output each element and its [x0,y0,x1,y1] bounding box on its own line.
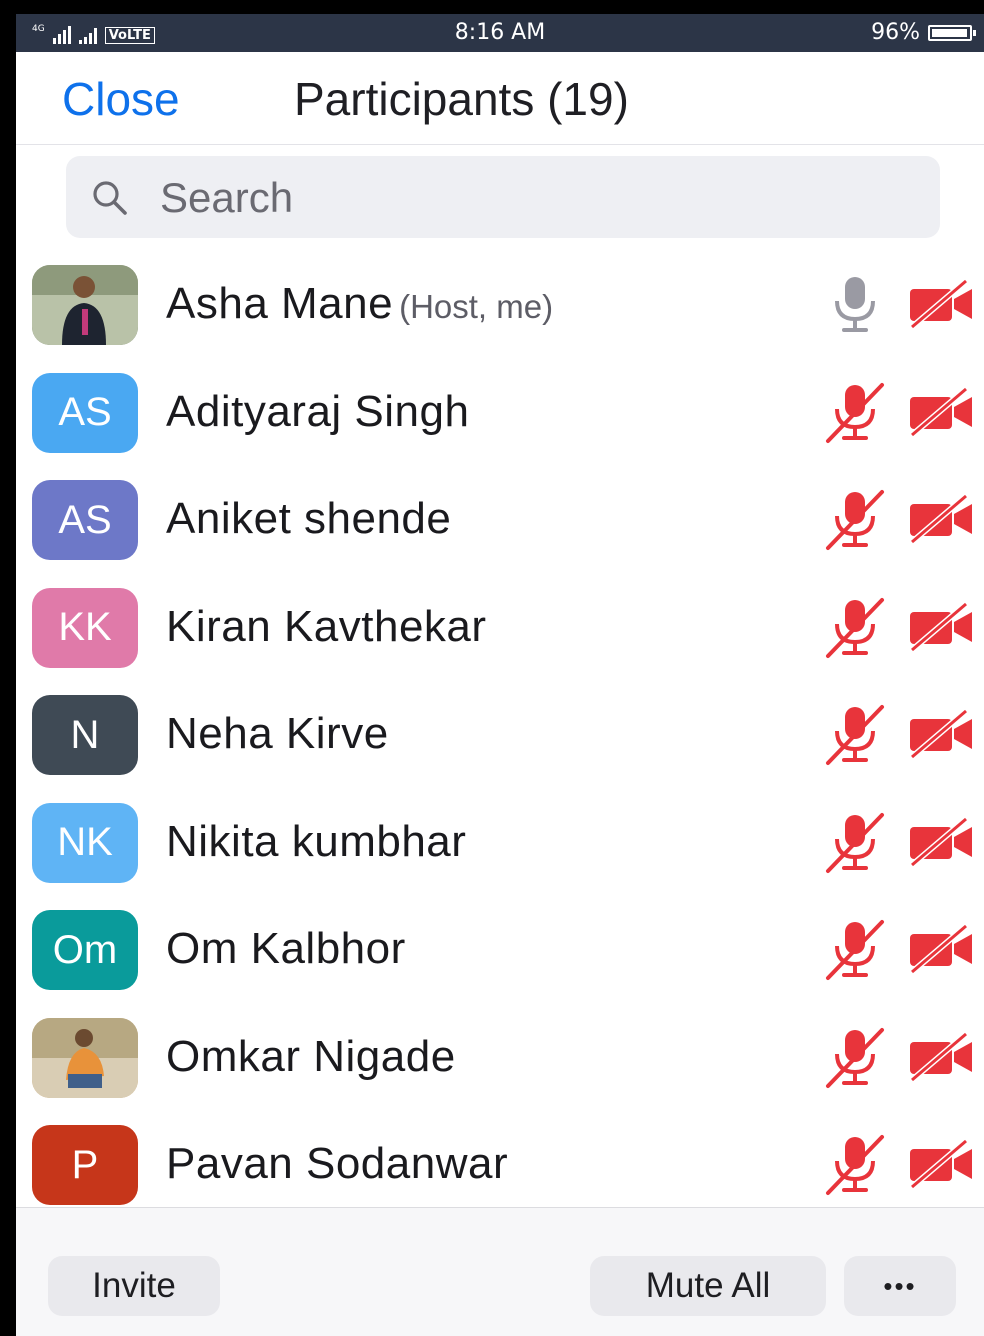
participant-name: Adityaraj Singh [166,386,470,436]
header: Close Participants (19) [16,52,984,145]
participant-name-wrap: Nikita kumbhar [166,817,466,867]
participant-row[interactable]: N Neha Kirve [16,679,984,786]
avatar-initials: N [70,712,100,757]
participant-row[interactable]: AS Aniket shende [16,464,984,571]
microphone-muted-icon[interactable] [822,1024,888,1090]
participant-name: Nikita kumbhar [166,816,467,866]
battery-area: 96% [871,20,976,45]
avatar: NK [32,802,138,883]
participant-name: Pavan Sodanwar [166,1139,509,1188]
avatar-initials: AS [58,497,112,542]
microphone-muted-icon[interactable] [822,701,888,767]
participant-name-wrap: Adityaraj Singh [166,387,469,437]
participant-name: Om Kalbhor [166,924,406,973]
participant-name: Aniket shende [166,494,452,543]
avatar [32,265,138,345]
avatar-initials: P [71,1142,99,1187]
video-off-icon[interactable] [908,1137,974,1191]
video-off-icon[interactable] [908,277,974,331]
avatar: N [32,695,138,775]
mute-all-button[interactable]: Mute All [590,1256,826,1316]
video-off-icon[interactable] [908,492,974,546]
microphone-muted-icon[interactable] [822,486,888,552]
invite-button[interactable]: Invite [48,1256,220,1316]
avatar [32,1017,138,1098]
search-icon [93,181,127,215]
video-off-icon[interactable] [908,1030,974,1084]
participant-row[interactable]: KK Kiran Kavthekar [16,572,984,679]
participant-name-wrap: Om Kalbhor [166,924,406,974]
avatar: AS [32,480,138,560]
microphone-muted-icon[interactable] [822,594,888,660]
participant-name: Neha Kirve [166,709,389,758]
battery-icon [928,24,976,41]
participant-role: (Host, me) [399,288,554,325]
search-bar[interactable] [66,156,940,240]
avatar-initials: NK [57,820,113,864]
microphone-muted-icon[interactable] [822,809,888,875]
video-off-icon[interactable] [908,815,974,869]
participant-name-wrap: Neha Kirve [166,709,389,759]
participant-row[interactable]: P Pavan Sodanwar [16,1109,984,1216]
video-off-icon[interactable] [908,385,974,439]
participant-row[interactable]: NK Nikita kumbhar [16,787,984,894]
participant-name-wrap: Pavan Sodanwar [166,1139,508,1189]
avatar-initials: KK [58,605,112,649]
participant-name: Asha Mane [166,279,394,328]
avatar-initials: Om [52,927,118,972]
search-input[interactable] [158,156,922,240]
avatar: Om [32,910,138,990]
participants-screen: 4G VoLTE 8:16 AM 96% Close Participants … [16,14,984,1336]
participant-row[interactable]: Omkar Nigade [16,1002,984,1109]
avatar: AS [32,372,138,453]
video-off-icon[interactable] [908,707,974,761]
participant-name-wrap: Omkar Nigade [166,1032,456,1082]
battery-percent: 96% [871,20,920,45]
battery-fill [932,28,967,37]
microphone-icon[interactable] [822,271,888,337]
avatar: KK [32,587,138,668]
video-off-icon[interactable] [908,922,974,976]
participant-row[interactable]: Asha Mane (Host, me) [16,249,984,356]
more-options-button[interactable]: ••• [844,1256,956,1316]
participant-name-wrap: Asha Mane (Host, me) [166,279,553,329]
clock: 8:16 AM [454,20,546,45]
participant-name: Omkar Nigade [166,1031,456,1081]
participant-name-wrap: Aniket shende [166,494,451,544]
participant-name-wrap: Kiran Kavthekar [166,602,487,652]
close-button[interactable]: Close [62,72,180,126]
status-bar: 4G VoLTE 8:16 AM 96% [16,14,984,52]
participant-row[interactable]: Om Om Kalbhor [16,894,984,1001]
microphone-muted-icon[interactable] [822,916,888,982]
avatar-initials: AS [58,390,112,434]
avatar: P [32,1125,138,1205]
microphone-muted-icon[interactable] [822,379,888,445]
participant-name: Kiran Kavthekar [166,601,487,651]
footer-toolbar: Invite Mute All ••• [16,1207,984,1336]
video-off-icon[interactable] [908,600,974,654]
page-title: Participants (19) [294,73,629,125]
microphone-muted-icon[interactable] [822,1131,888,1197]
participant-row[interactable]: AS Adityaraj Singh [16,357,984,464]
